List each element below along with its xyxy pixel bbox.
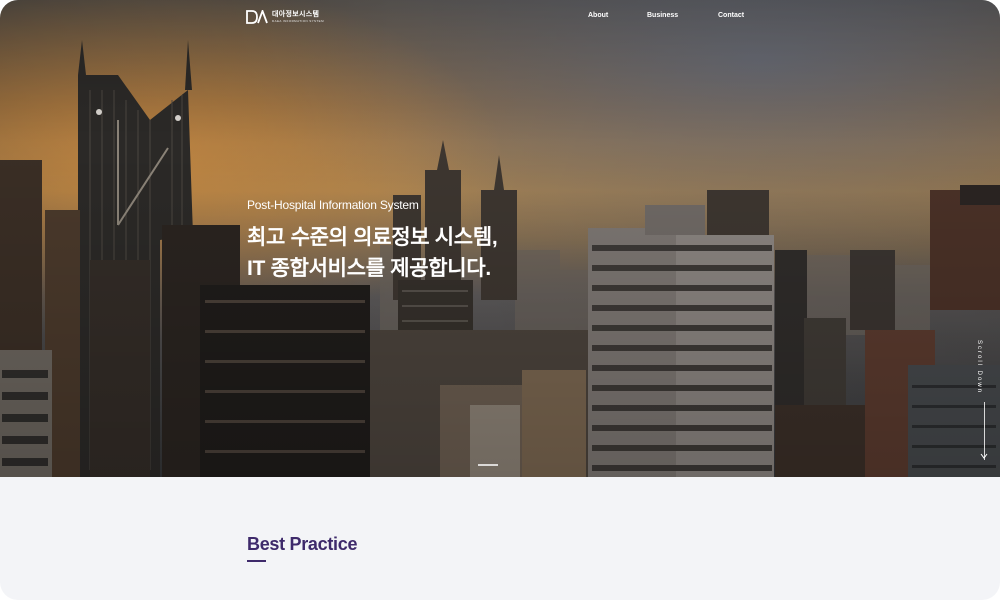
nav-business-link[interactable]: Business bbox=[647, 12, 678, 19]
company-name: 대아정보시스템 bbox=[272, 11, 320, 18]
scroll-down-indicator[interactable]: Scroll Down bbox=[976, 340, 988, 465]
hero-eyebrow: Post-Hospital Information System bbox=[247, 198, 419, 212]
da-logo-icon bbox=[246, 10, 268, 24]
nav-contact-link[interactable]: Contact bbox=[718, 12, 744, 19]
hero-headline-line-1: 최고 수준의 의료정보 시스템, bbox=[247, 226, 498, 249]
hero-overlay bbox=[0, 0, 1000, 477]
hero-banner: 대아정보시스템 DAEA INFORMATION SYSTEM About Bu… bbox=[0, 0, 1000, 477]
slide-indicator[interactable] bbox=[478, 464, 498, 466]
site-logo[interactable]: 대아정보시스템 DAEA INFORMATION SYSTEM bbox=[246, 10, 324, 24]
section-title-underline bbox=[247, 560, 266, 562]
nav-about-link[interactable]: About bbox=[588, 12, 608, 19]
company-tagline: DAEA INFORMATION SYSTEM bbox=[272, 19, 324, 23]
section-title: Best Practice bbox=[247, 534, 358, 554]
hero-headline-line-2: IT 종합서비스를 제공합니다. bbox=[247, 257, 491, 280]
scroll-down-label: Scroll Down bbox=[976, 340, 982, 395]
hero-headline: 최고 수준의 의료정보 시스템, IT 종합서비스를 제공합니다. bbox=[247, 222, 498, 284]
page: 대아정보시스템 DAEA INFORMATION SYSTEM About Bu… bbox=[0, 0, 1000, 600]
logo-text: 대아정보시스템 DAEA INFORMATION SYSTEM bbox=[272, 11, 324, 23]
arrow-down-icon bbox=[980, 453, 988, 459]
